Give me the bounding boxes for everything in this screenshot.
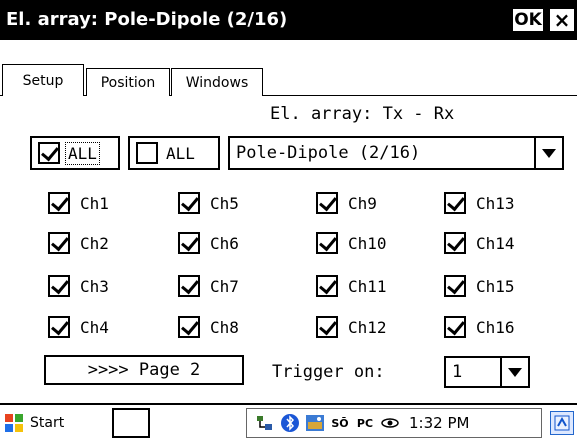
checkbox-checked-icon xyxy=(444,316,466,338)
checkbox-checked-icon xyxy=(444,275,466,297)
close-icon: × xyxy=(553,8,571,32)
select-all-label: ALL xyxy=(65,141,100,165)
title-bar: El. array: Pole-Dipole (2/16) OK × xyxy=(0,0,577,40)
app-switch-icon[interactable] xyxy=(550,411,574,435)
channel-checkbox-ch12[interactable]: Ch12 xyxy=(316,314,387,340)
channel-label: Ch14 xyxy=(476,233,515,253)
channel-checkbox-ch6[interactable]: Ch6 xyxy=(178,230,239,256)
channel-label: Ch7 xyxy=(210,276,239,296)
pc-connection-icon[interactable]: PC xyxy=(355,413,375,433)
page-2-button[interactable]: >>>> Page 2 xyxy=(44,355,244,385)
checkbox-checked-icon xyxy=(316,316,338,338)
channel-label: Ch2 xyxy=(80,233,109,253)
channel-checkbox-ch15[interactable]: Ch15 xyxy=(444,273,515,299)
channel-checkbox-ch7[interactable]: Ch7 xyxy=(178,273,239,299)
clock[interactable]: 1:32 PM xyxy=(409,414,469,432)
checkbox-checked-icon xyxy=(48,232,70,254)
close-button[interactable]: × xyxy=(549,8,575,32)
array-label: El. array: Tx - Rx xyxy=(270,104,455,124)
channel-checkbox-ch4[interactable]: Ch4 xyxy=(48,314,109,340)
tab-setup[interactable]: Setup xyxy=(2,64,84,97)
trigger-label: Trigger on: xyxy=(272,362,385,382)
tab-position[interactable]: Position xyxy=(86,68,170,96)
checkbox-checked-icon xyxy=(178,232,200,254)
ok-button[interactable]: OK xyxy=(512,8,544,32)
channel-label: Ch10 xyxy=(348,233,387,253)
checkbox-checked-icon xyxy=(38,142,60,164)
channel-label: Ch3 xyxy=(80,276,109,296)
checkbox-checked-icon xyxy=(178,192,200,214)
deselect-all-button[interactable]: ALL xyxy=(128,136,220,170)
start-button[interactable]: Start xyxy=(4,408,64,438)
chevron-down-icon[interactable] xyxy=(534,138,562,168)
checkbox-checked-icon xyxy=(178,275,200,297)
start-label: Start xyxy=(30,415,65,431)
channel-label: Ch11 xyxy=(348,276,387,296)
channel-checkbox-ch10[interactable]: Ch10 xyxy=(316,230,387,256)
checkbox-checked-icon xyxy=(316,275,338,297)
input-panel-button[interactable] xyxy=(112,408,150,438)
checkbox-checked-icon xyxy=(444,232,466,254)
channel-label: Ch12 xyxy=(348,317,387,337)
channel-label: Ch6 xyxy=(210,233,239,253)
checkbox-checked-icon xyxy=(316,232,338,254)
channel-label: Ch5 xyxy=(210,193,239,213)
channel-label: Ch9 xyxy=(348,193,377,213)
windows-flag-icon xyxy=(4,413,24,433)
taskbar: Start SŌ PC 1:32 PM xyxy=(0,403,577,441)
chevron-down-icon[interactable] xyxy=(500,358,528,386)
checkbox-checked-icon xyxy=(48,316,70,338)
select-all-button[interactable]: ALL xyxy=(30,136,120,170)
channel-checkbox-ch16[interactable]: Ch16 xyxy=(444,314,515,340)
channel-label: Ch8 xyxy=(210,317,239,337)
system-tray: SŌ PC 1:32 PM xyxy=(246,408,542,438)
satellite-icon[interactable] xyxy=(380,413,400,433)
channel-label: Ch16 xyxy=(476,317,515,337)
channel-checkbox-ch14[interactable]: Ch14 xyxy=(444,230,515,256)
tab-bar: Setup Position Windows xyxy=(0,56,577,98)
wifi-manager-icon[interactable] xyxy=(305,413,325,433)
channel-checkbox-ch2[interactable]: Ch2 xyxy=(48,230,109,256)
channel-checkbox-ch8[interactable]: Ch8 xyxy=(178,314,239,340)
trigger-select[interactable]: 1 xyxy=(444,356,530,388)
channel-label: Ch1 xyxy=(80,193,109,213)
tab-windows[interactable]: Windows xyxy=(171,68,263,96)
channel-label: Ch13 xyxy=(476,193,515,213)
channel-checkbox-ch3[interactable]: Ch3 xyxy=(48,273,109,299)
checkbox-checked-icon xyxy=(48,275,70,297)
channel-label: Ch4 xyxy=(80,317,109,337)
checkbox-checked-icon xyxy=(178,316,200,338)
channel-checkbox-ch5[interactable]: Ch5 xyxy=(178,190,239,216)
channel-checkbox-ch9[interactable]: Ch9 xyxy=(316,190,377,216)
deselect-all-label: ALL xyxy=(166,143,195,163)
window-title: El. array: Pole-Dipole (2/16) xyxy=(6,9,288,30)
channel-checkbox-ch13[interactable]: Ch13 xyxy=(444,190,515,216)
checkbox-unchecked-icon xyxy=(136,142,158,164)
checkbox-checked-icon xyxy=(316,192,338,214)
checkbox-checked-icon xyxy=(444,192,466,214)
sync-icon[interactable]: SŌ xyxy=(330,413,350,433)
array-select-value: Pole-Dipole (2/16) xyxy=(236,143,421,163)
channel-label: Ch15 xyxy=(476,276,515,296)
array-select[interactable]: Pole-Dipole (2/16) xyxy=(228,136,564,170)
network-icon[interactable] xyxy=(255,413,275,433)
trigger-select-value: 1 xyxy=(452,362,463,382)
checkbox-checked-icon xyxy=(48,192,70,214)
bluetooth-icon[interactable] xyxy=(280,413,300,433)
channel-checkbox-ch11[interactable]: Ch11 xyxy=(316,273,387,299)
channel-checkbox-ch1[interactable]: Ch1 xyxy=(48,190,109,216)
